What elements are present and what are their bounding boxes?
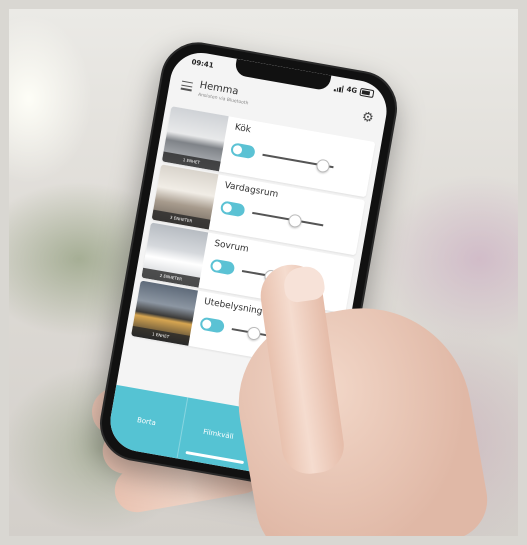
status-time: 09:41: [190, 58, 215, 70]
status-indicators: 4G: [334, 83, 375, 99]
gear-icon[interactable]: ⚙: [361, 110, 375, 127]
exterior-photo: 1 ENHET: [131, 280, 198, 346]
network-label: 4G: [345, 85, 358, 96]
room-toggle[interactable]: [199, 316, 226, 334]
toggle-knob: [201, 318, 212, 330]
room-name: Utebelysning: [203, 296, 264, 318]
away-button[interactable]: Borta: [105, 384, 189, 459]
slider-thumb[interactable]: [245, 325, 261, 341]
toggle-knob: [222, 202, 233, 214]
kitchen-photo: 1 ENHET: [161, 106, 229, 172]
bedroom-photo: 2 ENHETER: [141, 222, 209, 288]
toggle-knob: [232, 144, 243, 156]
room-name: Kök: [233, 122, 252, 136]
room-units: 1 ENHET: [131, 325, 190, 346]
room-toggle[interactable]: [229, 142, 256, 160]
dimmer-slider[interactable]: [252, 211, 324, 226]
room-name: Vardagsrum: [223, 180, 279, 200]
slider-thumb[interactable]: [315, 158, 331, 174]
menu-icon[interactable]: [180, 80, 194, 94]
living-room-photo: 3 ENHETER: [151, 164, 219, 230]
toggle-knob: [211, 260, 223, 272]
slider-thumb[interactable]: [287, 213, 303, 229]
room-name: Sovrum: [213, 238, 250, 255]
battery-icon: [359, 87, 375, 99]
room-toggle[interactable]: [209, 258, 236, 276]
photo-frame: 09:41 4G Hemma Ansluten via Bluetooth ⚙ …: [9, 9, 518, 536]
room-toggle[interactable]: [219, 200, 246, 218]
signal-icon: [334, 84, 345, 93]
